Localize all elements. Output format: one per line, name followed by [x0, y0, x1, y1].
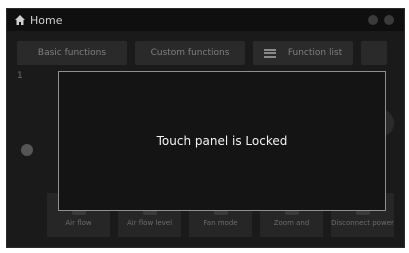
home-icon	[15, 15, 25, 25]
tab-custom-functions[interactable]: Custom functions	[135, 41, 245, 65]
tab-custom-label: Custom functions	[150, 48, 230, 58]
status-dot-icon	[384, 15, 394, 25]
tab-basic-label: Basic functions	[37, 48, 107, 58]
home-breadcrumb[interactable]: Home	[15, 14, 62, 27]
status-dot-icon	[368, 15, 378, 25]
tab-basic-functions[interactable]: Basic functions	[17, 41, 127, 65]
tab-function-list[interactable]: Function list	[253, 41, 353, 65]
home-title: Home	[30, 13, 63, 27]
touch-panel-screen: Home Basic functions Custom functions Fu…	[6, 8, 405, 248]
tile-label: Disconnect power	[331, 219, 394, 227]
tile-label: Air flow	[65, 219, 92, 227]
locked-overlay: Touch panel is Locked	[58, 71, 386, 211]
tile-label: Fan mode	[203, 219, 238, 227]
locked-message: Touch panel is Locked	[156, 134, 288, 148]
more-button[interactable]	[361, 41, 387, 65]
top-bar: Home	[7, 9, 404, 31]
background-panel-label: 1	[17, 71, 23, 81]
tile-label: Zoom and	[273, 219, 310, 227]
status-icons	[368, 15, 394, 25]
function-tabs: Basic functions Custom functions Functio…	[17, 41, 397, 65]
person-icon	[21, 144, 33, 156]
menu-icon	[263, 48, 276, 58]
tab-function-label: Function list	[287, 48, 343, 58]
tile-label: Air flow level	[126, 219, 173, 227]
